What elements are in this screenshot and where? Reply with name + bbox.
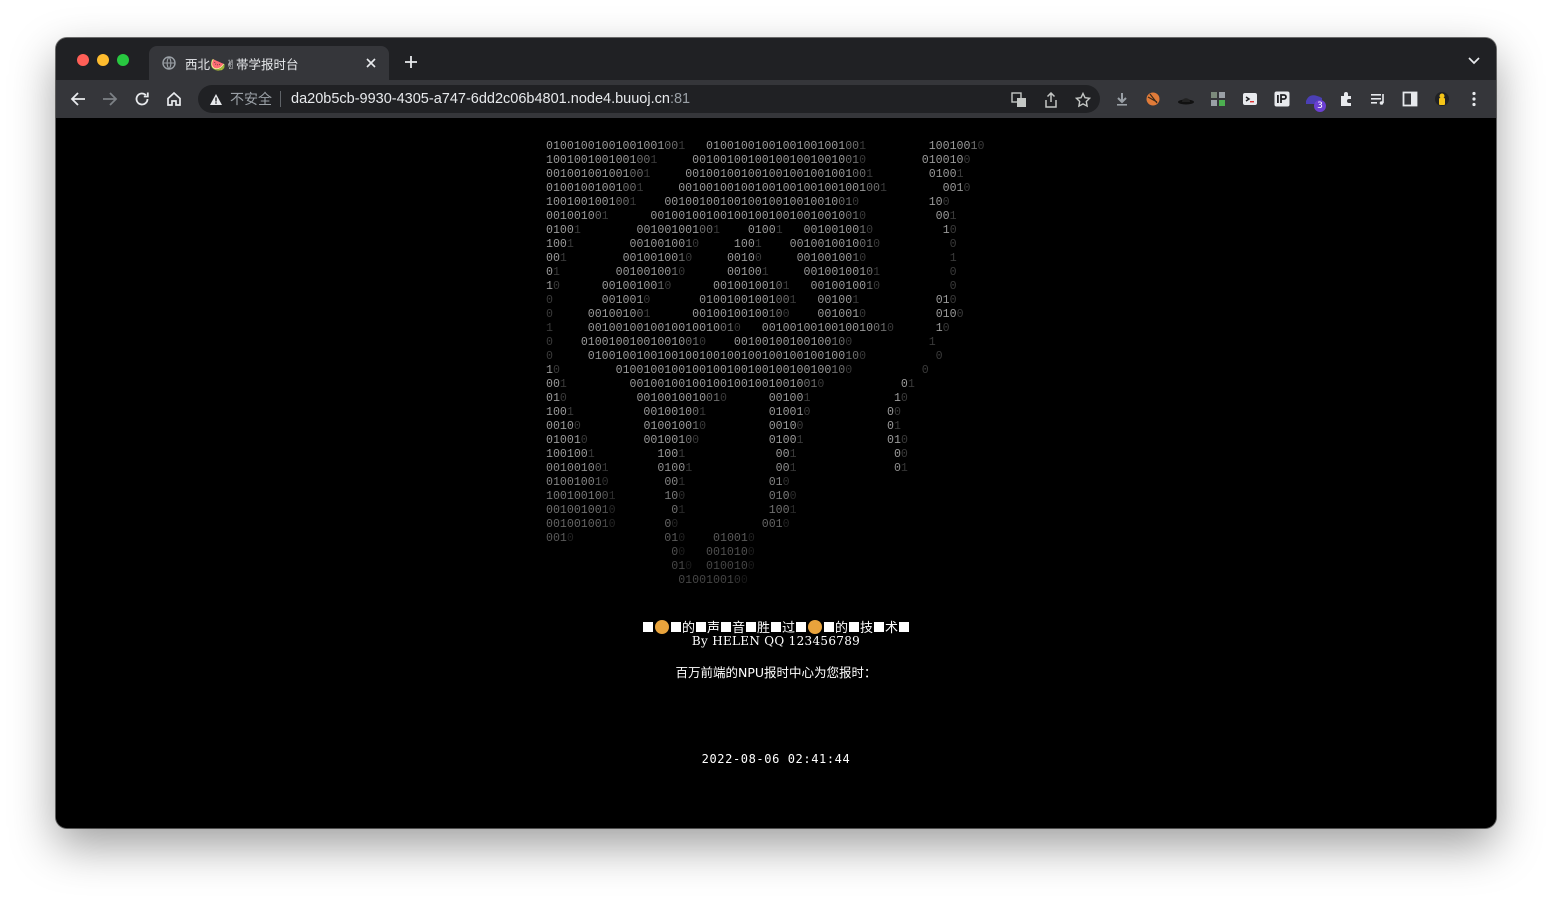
ascii-art-line: 1001001 1001 001 00 — [546, 448, 908, 461]
new-tab-button[interactable] — [400, 51, 422, 73]
ascii-art-line: 0 0010010 01001001001001 001001 010 — [546, 294, 957, 307]
extension-ip-icon[interactable] — [1272, 89, 1292, 109]
extension-terminal-icon[interactable] — [1240, 89, 1260, 109]
square-glyph — [642, 621, 653, 632]
url-host: da20b5cb-9930-4305-a747-6dd2c06b4801.nod… — [291, 91, 670, 107]
report-label: 百万前端的NPU报时中心为您报时： — [675, 665, 877, 680]
ascii-art-line: 1001 001001001 010010 00 — [546, 406, 901, 419]
close-tab-icon[interactable] — [363, 55, 379, 71]
ascii-art-line: 10 0100100100100100100100100100100100 0 — [546, 364, 929, 377]
side-panel-icon[interactable] — [1400, 89, 1420, 109]
square-glyph — [849, 621, 860, 632]
page-viewport: 01001001001001001001 0100100100100100100… — [56, 118, 1496, 828]
ascii-art-line: 1001001001 100 0100 — [546, 490, 797, 503]
ascii-art-line: 1001001001001001 00100100100100100100100… — [546, 154, 971, 167]
ascii-art-line: 010010010 001 010 — [546, 476, 790, 489]
ascii-art-line: 10 0010010010 00100100101 0010010010 0 — [546, 280, 957, 293]
media-control-icon[interactable] — [1368, 89, 1388, 109]
square-glyph — [796, 621, 807, 632]
translate-icon[interactable] — [1010, 91, 1028, 109]
security-label[interactable]: 不安全 — [230, 89, 272, 109]
face-emoji-icon — [808, 619, 823, 634]
ascii-art-line: 010 0100100 — [671, 560, 755, 573]
extension-hat-icon[interactable] — [1176, 89, 1196, 109]
ascii-art-line: 00100 010010010 00100 01 — [546, 420, 901, 433]
chevron-down-icon[interactable] — [1466, 53, 1482, 69]
ascii-art-line: 0 010010010010010010 00100100100100100 1 — [546, 336, 936, 349]
ascii-art-line: 01001 001001001001 01001 0010010010 10 — [546, 224, 957, 237]
share-icon[interactable] — [1042, 91, 1060, 109]
ascii-art-line: 1 0010010010010010010010 001001001001001… — [546, 322, 950, 335]
home-button[interactable] — [162, 87, 186, 111]
byline: By HELEN QQ 123456789 — [691, 634, 861, 648]
extensions-puzzle-icon[interactable] — [1336, 89, 1356, 109]
ascii-art-line: 1001 0010010010 1001 0010010010010 0 — [546, 238, 957, 251]
ascii-art-line: 001001001 01001 001 01 — [546, 462, 908, 475]
toolbar: 不安全 da20b5cb-9930-4305-a747-6dd2c06b4801… — [56, 80, 1496, 118]
ascii-art-line: 010 0010010010010 001001 10 — [546, 392, 908, 405]
ascii-art-line: 001001001001001 001001001001001001001001… — [546, 168, 964, 181]
ascii-art-line: 001001001 001001001001001001001001001001… — [546, 210, 957, 223]
ascii-art-line: 0010010010 01 1001 — [546, 504, 797, 517]
browser-window: 西北🍉✌帯学报时台 不安全 da20b5cb-9930-4305-a747-6d… — [56, 38, 1496, 828]
bookmark-star-icon[interactable] — [1074, 91, 1092, 109]
divider — [280, 91, 281, 107]
url-text[interactable]: da20b5cb-9930-4305-a747-6dd2c06b4801.nod… — [291, 91, 690, 107]
url-port: :81 — [669, 91, 691, 107]
ascii-art-line: 01001001001001001001 0100100100100100100… — [546, 140, 985, 153]
square-glyph — [824, 621, 835, 632]
extension-puzzle-grid-icon[interactable] — [1208, 89, 1228, 109]
ascii-art-line: 001 0010010010010010010010010010 01 — [546, 378, 915, 391]
globe-icon — [161, 55, 177, 71]
datetime-display: 2022-08-06 02:41:44 — [701, 752, 851, 766]
ascii-art-line: 0010010010 00 0010 — [546, 518, 790, 531]
ascii-art-line: 00 0010100 — [671, 546, 755, 559]
square-glyph — [874, 621, 885, 632]
square-glyph — [670, 621, 681, 632]
ascii-art-line: 01001001001001 0010010010010010010010010… — [546, 182, 971, 195]
profile-avatar-icon[interactable] — [1432, 89, 1452, 109]
square-glyph — [771, 621, 781, 632]
reload-button[interactable] — [130, 87, 154, 111]
minimize-window-button[interactable] — [97, 54, 109, 66]
face-emoji-icon — [654, 619, 669, 634]
square-glyph — [720, 621, 731, 632]
tab-title: 西北🍉✌帯学报时台 — [185, 56, 299, 72]
extension-cookie-icon[interactable] — [1143, 89, 1163, 109]
menu-kebab-icon[interactable] — [1464, 89, 1484, 109]
ascii-art-line: 01 0010010010 001001 00100100101 0 — [546, 266, 957, 279]
ascii-art-logo: 01001001001001001001 0100100100100100100… — [546, 140, 984, 588]
tab-strip: 西北🍉✌帯学报时台 — [56, 38, 1496, 80]
square-glyph — [695, 621, 706, 632]
ascii-art-line: 1001001001001 00100100100100100100100100… — [546, 196, 950, 209]
ascii-art-line: 0 001001001 00100100100100 0010010 0100 — [546, 308, 964, 321]
ascii-art-line: 0100100100 — [678, 574, 748, 587]
ascii-art-line: 010010 00100100 01001 010 — [546, 434, 908, 447]
maximize-window-button[interactable] — [117, 54, 129, 66]
download-icon[interactable] — [1112, 89, 1132, 109]
forward-button[interactable] — [98, 87, 122, 111]
ascii-art-line: 001 0010010010 00100 0010010010 1 — [546, 252, 957, 265]
tab-active[interactable]: 西北🍉✌帯学报时台 — [149, 46, 389, 80]
ascii-art-line: 0 01001001001001001001001001001001001001… — [546, 350, 943, 363]
warning-icon[interactable] — [208, 91, 224, 107]
ascii-art-line: 0010 010 010010 — [546, 532, 755, 545]
close-window-button[interactable] — [77, 54, 89, 66]
square-glyph — [745, 621, 756, 632]
back-button[interactable] — [66, 87, 90, 111]
extension-wave-icon[interactable]: 3 — [1304, 89, 1326, 112]
extension-badge: 3 — [1314, 100, 1326, 112]
square-glyph — [899, 621, 910, 632]
address-bar[interactable]: 不安全 da20b5cb-9930-4305-a747-6dd2c06b4801… — [198, 85, 1100, 113]
